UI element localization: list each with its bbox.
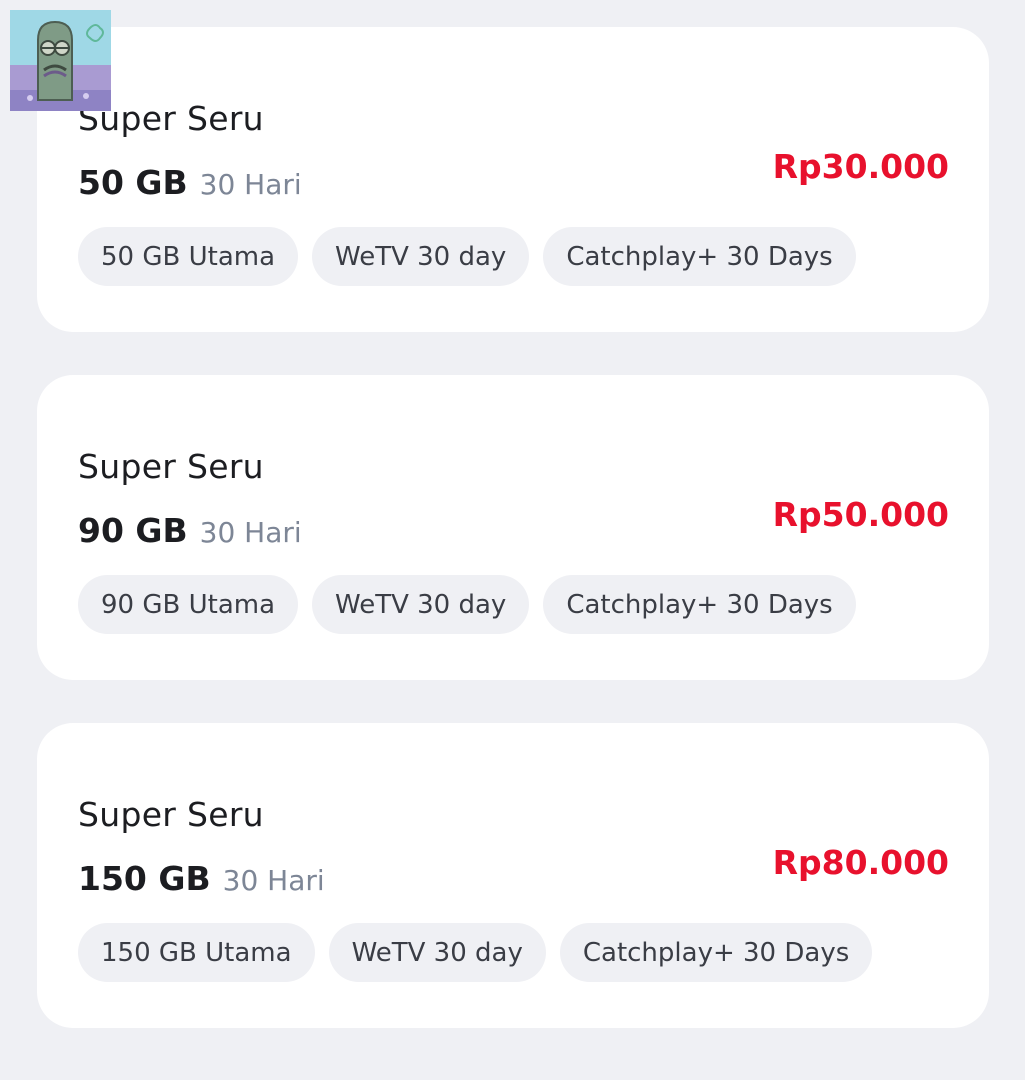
package-duration: 30 Hari — [222, 864, 325, 897]
avatar-image-icon — [10, 10, 111, 111]
benefit-chip: 150 GB Utama — [78, 923, 315, 982]
package-card[interactable]: Super Seru 150 GB 30 Hari Rp80.000 150 G… — [37, 723, 989, 1028]
package-quota: 90 GB — [78, 511, 188, 550]
benefit-chip: WeTV 30 day — [312, 575, 530, 634]
avatar — [10, 10, 111, 111]
package-card[interactable]: Super Seru 90 GB 30 Hari Rp50.000 90 GB … — [37, 375, 989, 680]
package-quota: 50 GB — [78, 163, 188, 202]
package-quota-row: 50 GB 30 Hari — [78, 163, 302, 202]
package-benefits: 150 GB Utama WeTV 30 day Catchplay+ 30 D… — [78, 923, 873, 982]
package-quota: 150 GB — [78, 859, 211, 898]
package-price: Rp80.000 — [772, 843, 949, 882]
package-duration: 30 Hari — [199, 168, 302, 201]
benefit-chip: 50 GB Utama — [78, 227, 299, 286]
package-benefits: 90 GB Utama WeTV 30 day Catchplay+ 30 Da… — [78, 575, 856, 634]
benefit-chip: WeTV 30 day — [312, 227, 530, 286]
benefit-chip: Catchplay+ 30 Days — [543, 227, 856, 286]
package-quota-row: 90 GB 30 Hari — [78, 511, 302, 550]
package-benefits: 50 GB Utama WeTV 30 day Catchplay+ 30 Da… — [78, 227, 856, 286]
package-title: Super Seru — [78, 795, 264, 834]
package-duration: 30 Hari — [199, 516, 302, 549]
benefit-chip: WeTV 30 day — [328, 923, 546, 982]
package-title: Super Seru — [78, 447, 264, 486]
benefit-chip: 90 GB Utama — [78, 575, 299, 634]
package-price: Rp30.000 — [772, 147, 949, 186]
benefit-chip: Catchplay+ 30 Days — [543, 575, 856, 634]
package-price: Rp50.000 — [772, 495, 949, 534]
package-quota-row: 150 GB 30 Hari — [78, 859, 325, 898]
benefit-chip: Catchplay+ 30 Days — [559, 923, 873, 982]
package-card[interactable]: Super Seru 50 GB 30 Hari Rp30.000 50 GB … — [37, 27, 989, 332]
